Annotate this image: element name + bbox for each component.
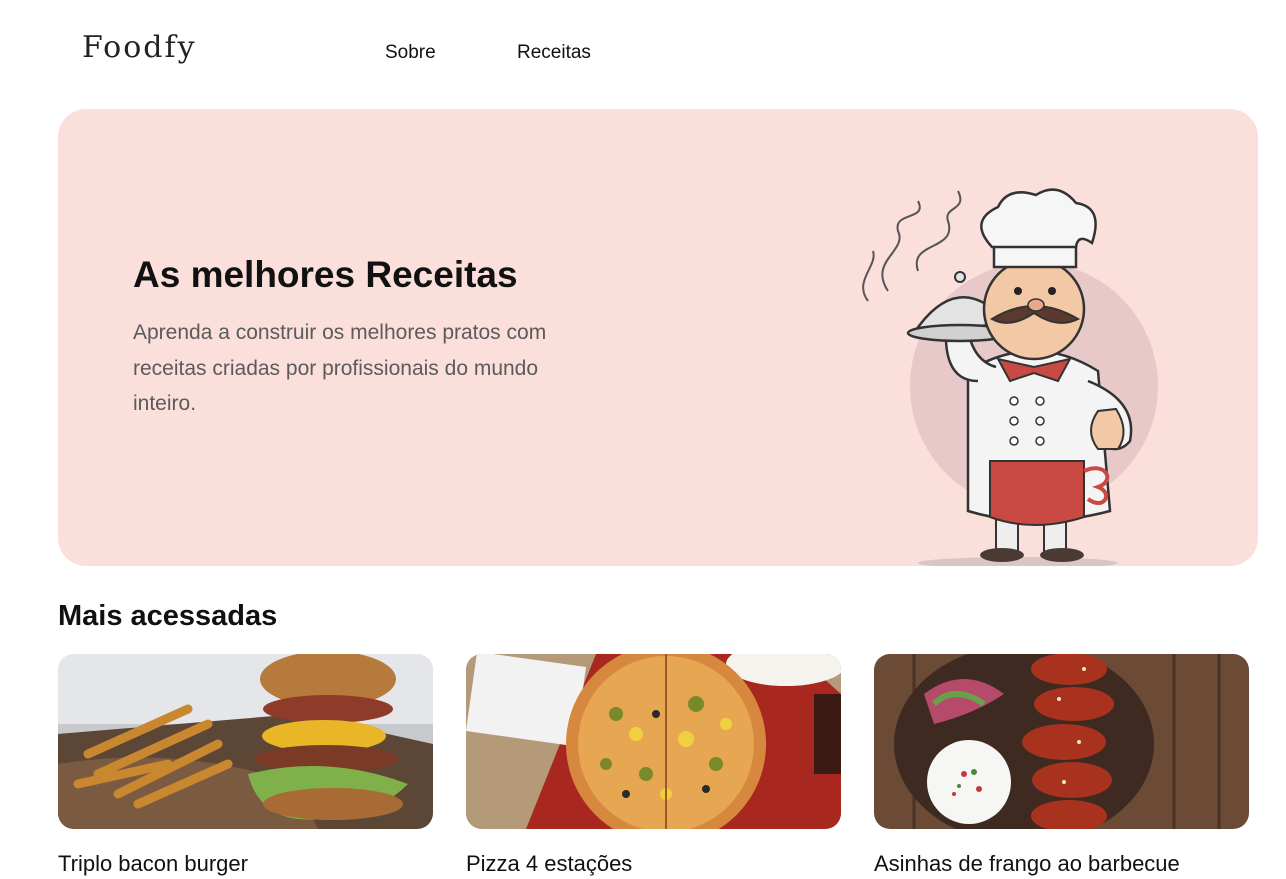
hero-subtitle: Aprenda a construir os melhores pratos c… [133, 321, 547, 415]
hero-banner: As melhores Receitas Aprenda a construir… [58, 109, 1258, 566]
recipe-card[interactable]: Pizza 4 estações [466, 654, 841, 877]
nav-link-receitas[interactable]: Receitas [517, 42, 591, 64]
recipe-title[interactable]: Pizza 4 estações [466, 851, 841, 877]
recipe-title[interactable]: Triplo bacon burger [58, 851, 433, 877]
site-logo[interactable]: Foodfy [82, 30, 197, 65]
recipe-card[interactable]: Triplo bacon burger [58, 654, 433, 877]
pizza-photo[interactable] [466, 654, 841, 829]
recipe-title[interactable]: Asinhas de frango ao barbecue [874, 851, 1249, 877]
hero-title: As melhores Receitas [133, 254, 518, 295]
section-title-mais-acessadas: Mais acessadas [58, 600, 278, 632]
nav-link-sobre[interactable]: Sobre [385, 42, 436, 64]
chicken-wings-photo[interactable] [874, 654, 1249, 829]
chef-illustration [862, 188, 1158, 566]
burger-photo[interactable] [58, 654, 433, 829]
recipe-card[interactable]: Asinhas de frango ao barbecue [874, 654, 1249, 877]
